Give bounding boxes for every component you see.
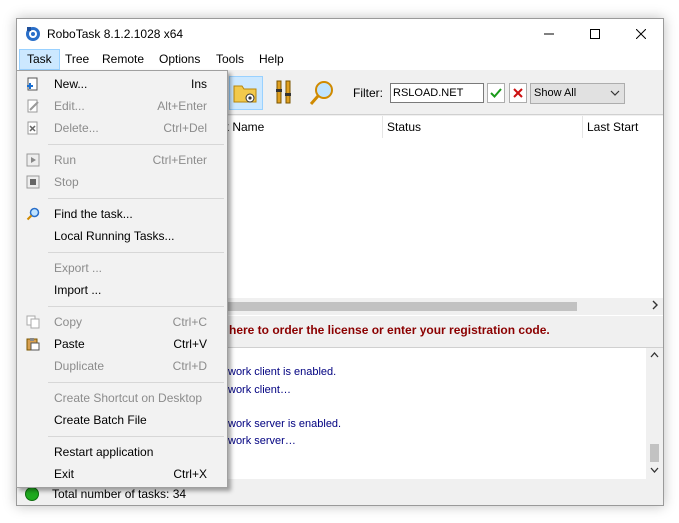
menu-item-edit[interactable]: Edit... Alt+Enter: [17, 95, 227, 117]
menu-item-import[interactable]: Import ...: [17, 279, 227, 301]
menu-item-duplicate[interactable]: Duplicate Ctrl+D: [17, 355, 227, 377]
scroll-down-icon: [650, 467, 659, 473]
folder-view-icon[interactable]: [229, 76, 263, 110]
clear-filter-button[interactable]: [509, 83, 527, 103]
stop-icon: [25, 174, 41, 190]
menu-item-export[interactable]: Export ...: [17, 257, 227, 279]
minimize-button[interactable]: [526, 19, 572, 49]
new-task-icon: [25, 76, 41, 92]
column-task-name[interactable]: sk Name: [213, 116, 383, 138]
task-count-text: Total number of tasks: 34: [52, 487, 187, 501]
license-link[interactable]: here to order the license or enter your …: [229, 323, 550, 337]
copy-icon: [25, 314, 41, 330]
red-x-icon: [513, 88, 523, 98]
maximize-button[interactable]: [572, 19, 618, 49]
menu-item-paste[interactable]: Paste Ctrl+V: [17, 333, 227, 355]
menu-bar: Task Tree Remote Options Tools Help: [17, 49, 663, 70]
show-filter-value: Show All: [534, 87, 577, 99]
vertical-scrollbar[interactable]: [646, 348, 663, 479]
delete-icon: [25, 120, 41, 136]
menu-tools[interactable]: Tools: [209, 49, 251, 70]
menu-options[interactable]: Options: [152, 49, 207, 70]
tools-icon[interactable]: [267, 76, 301, 110]
menu-item-delete[interactable]: Delete... Ctrl+Del: [17, 117, 227, 139]
menu-item-copy[interactable]: Copy Ctrl+C: [17, 311, 227, 333]
close-button[interactable]: [618, 19, 663, 49]
apply-filter-button[interactable]: [487, 83, 505, 103]
status-indicator-icon: [25, 487, 39, 501]
menu-remote[interactable]: Remote: [95, 49, 151, 70]
menu-separator: [48, 144, 224, 145]
column-last-start[interactable]: Last Start: [583, 116, 663, 138]
menu-task[interactable]: Task: [19, 49, 60, 70]
log-line: work client is enabled.: [228, 366, 337, 378]
window-title: RoboTask 8.1.2.1028 x64: [47, 27, 184, 41]
robotask-app-icon: [25, 26, 41, 42]
run-icon: [25, 152, 41, 168]
menu-separator: [48, 252, 224, 253]
paste-icon: [25, 336, 41, 352]
menu-item-local-running[interactable]: Local Running Tasks...: [17, 225, 227, 247]
menu-item-exit[interactable]: Exit Ctrl+X: [17, 463, 227, 485]
menu-item-new[interactable]: New... Ins: [17, 73, 227, 95]
menu-item-stop[interactable]: Stop: [17, 171, 227, 193]
menu-separator: [48, 306, 224, 307]
filter-label: Filter:: [353, 86, 383, 100]
log-line: work client…: [228, 384, 291, 396]
menu-separator: [48, 436, 224, 437]
menu-separator: [48, 198, 224, 199]
log-line: work server is enabled.: [228, 418, 342, 430]
checkmark-icon: [490, 88, 502, 98]
search-icon[interactable]: [305, 76, 339, 110]
log-line: work server…: [228, 435, 296, 447]
menu-item-find[interactable]: Find the task...: [17, 203, 227, 225]
column-status[interactable]: Status: [383, 116, 583, 138]
filter-input[interactable]: [390, 83, 484, 103]
menu-tree[interactable]: Tree: [58, 49, 96, 70]
task-menu: New... Ins Edit... Alt+Enter Delete... C…: [16, 70, 228, 488]
show-filter-select[interactable]: Show All: [530, 83, 625, 104]
menu-separator: [48, 382, 224, 383]
menu-item-run[interactable]: Run Ctrl+Enter: [17, 149, 227, 171]
chevron-down-icon: [610, 85, 620, 108]
edit-icon: [25, 98, 41, 114]
menu-item-create-batch[interactable]: Create Batch File: [17, 409, 227, 431]
find-icon: [25, 206, 41, 222]
menu-help[interactable]: Help: [252, 49, 291, 70]
menu-item-create-shortcut[interactable]: Create Shortcut on Desktop: [17, 387, 227, 409]
scrollbar-thumb[interactable]: [650, 444, 659, 462]
title-bar: RoboTask 8.1.2.1028 x64: [17, 19, 663, 49]
scroll-up-icon: [650, 352, 659, 358]
scroll-right-icon[interactable]: [651, 299, 659, 314]
menu-item-restart[interactable]: Restart application: [17, 441, 227, 463]
